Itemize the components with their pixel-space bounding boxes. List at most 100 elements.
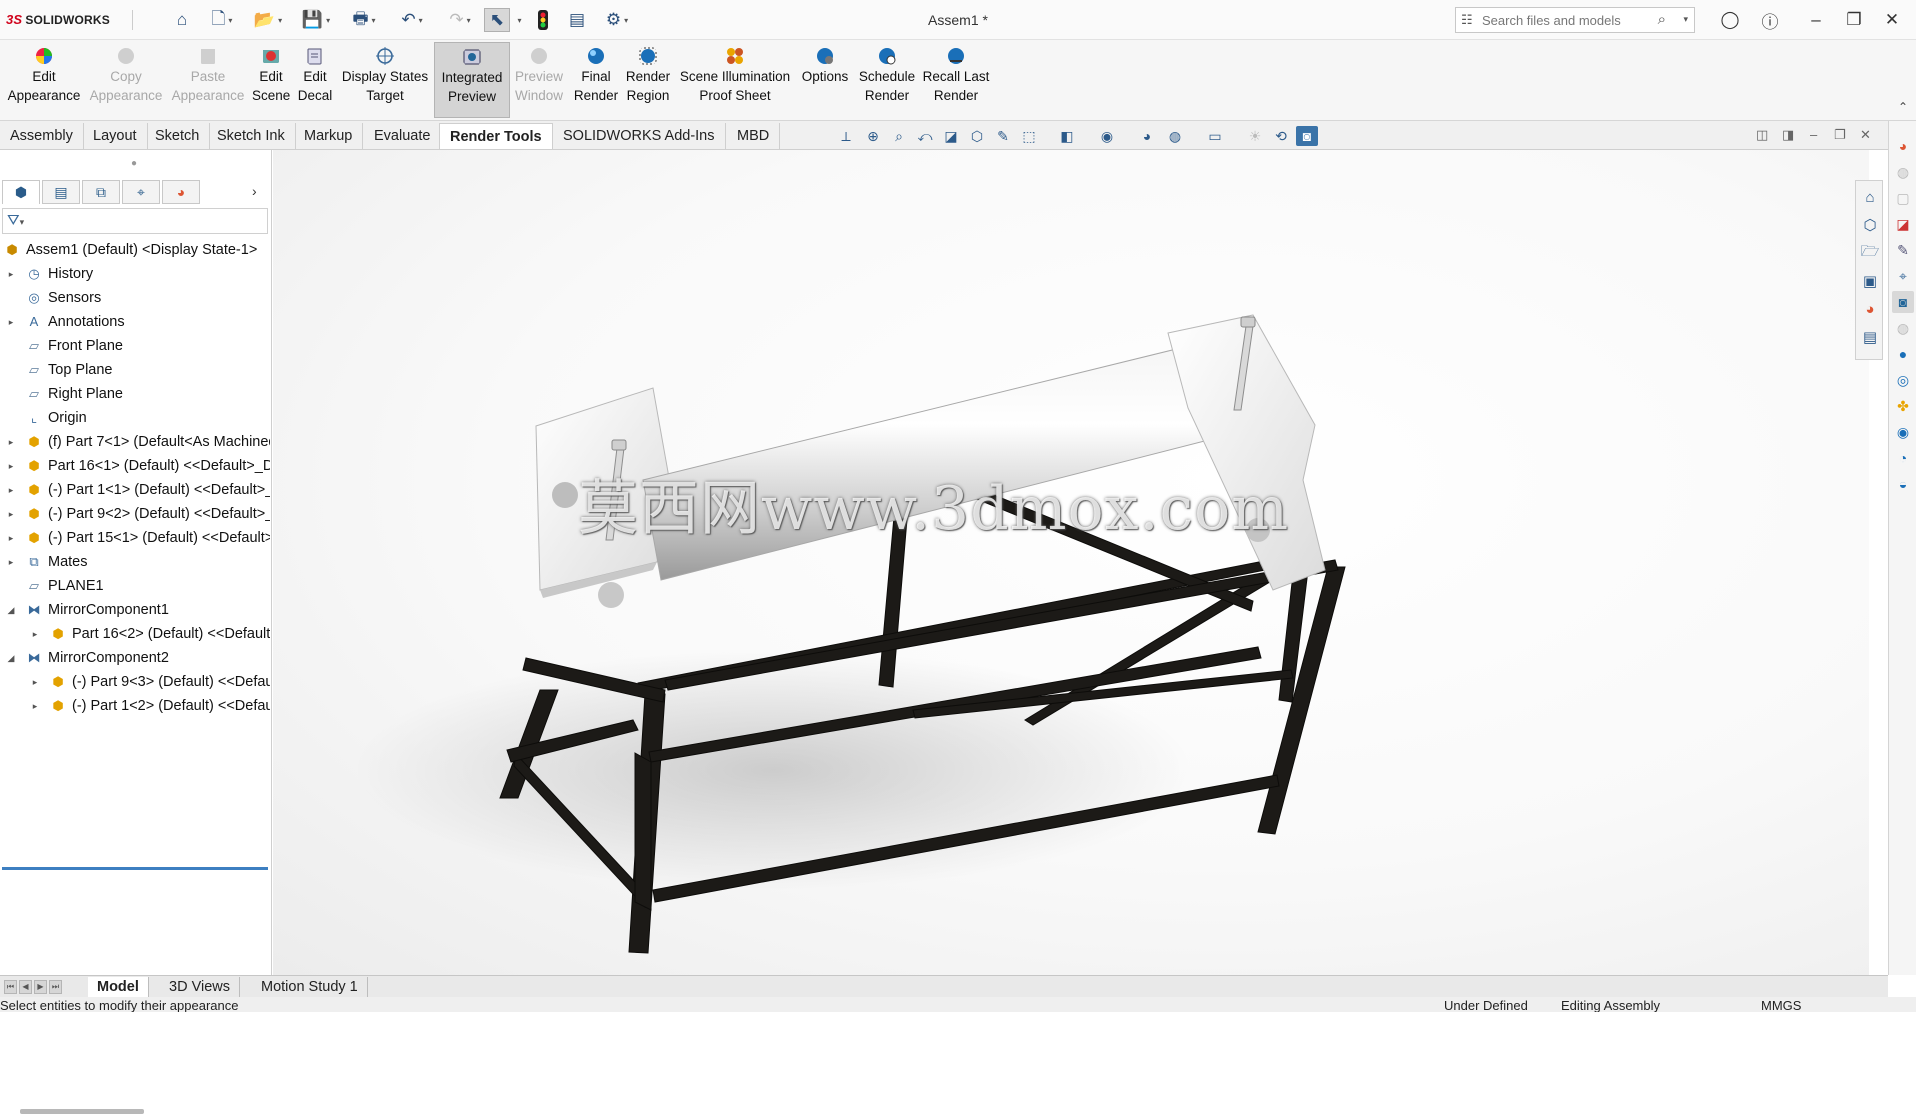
hide-show-items-icon[interactable]: ◉: [1096, 126, 1118, 146]
zoom-to-area-icon[interactable]: ⌕: [888, 126, 910, 146]
propertymanager-tab-icon[interactable]: ▤: [42, 180, 80, 204]
expand-arrow-icon[interactable]: ▸: [4, 454, 18, 478]
recall-render-icon[interactable]: ◒: [1892, 473, 1914, 495]
prev-tab-nav-icon[interactable]: ◀: [19, 980, 32, 994]
rendered-model[interactable]: [273, 150, 1869, 975]
integrated-preview-button[interactable]: Integrated Preview: [434, 42, 510, 118]
scene-illumination-proof-sheet-button[interactable]: Scene Illumination Proof Sheet: [678, 42, 792, 118]
expand-arrow-icon[interactable]: ▸: [4, 430, 18, 454]
tree-item[interactable]: ◢ ⧓ MirrorComponent2: [4, 646, 270, 670]
view-orientation-icon[interactable]: ⟂: [835, 126, 857, 146]
expand-tabs-chevron-icon[interactable]: ›: [252, 183, 257, 199]
display-states-target-button[interactable]: Display States Target: [340, 42, 430, 118]
tree-item[interactable]: ▱ Front Plane: [4, 334, 270, 358]
tree-item[interactable]: ▸ ⬢ Part 16<1> (Default) <<Default>_Di: [4, 454, 270, 478]
search-input[interactable]: ☷ Search files and models ⌕ ▾: [1455, 7, 1695, 33]
expand-arrow-icon[interactable]: ▸: [4, 550, 18, 574]
section-view-icon[interactable]: ◪: [940, 126, 962, 146]
edit-decal-button[interactable]: Edit Decal: [294, 42, 336, 118]
file-properties-icon[interactable]: ▤: [566, 8, 588, 32]
tree-item[interactable]: ▱ Top Plane: [4, 358, 270, 382]
search-icon[interactable]: ⌕: [1658, 11, 1666, 28]
close-window-button[interactable]: ✕: [1878, 6, 1906, 34]
tab-sketch-ink[interactable]: Sketch Ink: [207, 123, 296, 149]
tree-item[interactable]: ◢ ⧓ MirrorComponent1: [4, 598, 270, 622]
collapse-arrow-icon[interactable]: ◢: [4, 598, 18, 622]
tree-item[interactable]: ▸ ⬢ Part 16<2> (Default) <<Default>_: [4, 622, 270, 646]
tree-root[interactable]: ⬢ Assem1 (Default) <Display State-1>: [4, 238, 270, 262]
tab-assembly[interactable]: Assembly: [0, 123, 84, 149]
target-icon[interactable]: ⌖: [1892, 265, 1914, 287]
next-tab-nav-icon[interactable]: ▶: [34, 980, 47, 994]
home-view-icon[interactable]: ⌂: [1859, 185, 1881, 209]
render-preview-icon[interactable]: ⟲: [1270, 126, 1292, 146]
rebuild-traffic-light-icon[interactable]: [532, 8, 554, 32]
status-units[interactable]: MMGS: [1761, 997, 1801, 1012]
paste-appearance-button[interactable]: Paste Appearance: [168, 42, 248, 118]
edit-appearance-view-icon[interactable]: ◕: [1136, 126, 1158, 146]
expand-arrow-icon[interactable]: ▸: [28, 694, 42, 718]
dynamic-annotation-icon[interactable]: ⬡: [966, 126, 988, 146]
tab-evaluate[interactable]: Evaluate: [364, 123, 442, 149]
tile-right-icon[interactable]: ◨: [1782, 127, 1794, 143]
expand-arrow-icon[interactable]: ▸: [28, 670, 42, 694]
tree-item[interactable]: ◎ Sensors: [4, 286, 270, 310]
document-close-icon[interactable]: ✕: [1860, 127, 1871, 143]
apply-scene-icon[interactable]: ◍: [1164, 126, 1186, 146]
expand-arrow-icon[interactable]: ▸: [4, 526, 18, 550]
expand-arrow-icon[interactable]: ▸: [4, 478, 18, 502]
appearances-icon[interactable]: ◕: [1859, 297, 1881, 321]
display-style-icon[interactable]: ◧: [1056, 126, 1078, 146]
tab-motion-study-1[interactable]: Motion Study 1: [252, 977, 368, 997]
featuremanager-tab-icon[interactable]: ⬢: [2, 180, 40, 204]
collapse-arrow-icon[interactable]: ◢: [4, 646, 18, 670]
tab-model[interactable]: Model: [88, 977, 149, 997]
select-dropdown[interactable]: ▾: [512, 8, 524, 32]
expand-arrow-icon[interactable]: ▸: [4, 262, 18, 286]
first-tab-nav-icon[interactable]: ⏮: [4, 980, 17, 994]
final-render-icon[interactable]: ●: [1892, 343, 1914, 365]
tab-markup[interactable]: Markup: [294, 123, 364, 149]
edit-scene-icon[interactable]: ◪: [1892, 213, 1914, 235]
open-folder-icon[interactable]: 🗁: [1859, 241, 1881, 265]
edit-scene-button[interactable]: Edit Scene: [252, 42, 290, 118]
realview-icon[interactable]: ☀: [1244, 126, 1266, 146]
tree-item[interactable]: ▸ ⬢ (-) Part 15<1> (Default) <<Default>: [4, 526, 270, 550]
copy-appearance-button[interactable]: Copy Appearance: [86, 42, 166, 118]
proof-sheet-icon[interactable]: ✤: [1892, 395, 1914, 417]
preview-window-icon[interactable]: ◍: [1892, 317, 1914, 339]
help-icon[interactable]: ⓘ: [1756, 6, 1784, 34]
3d-view-icon[interactable]: ⬡: [1859, 213, 1881, 237]
schedule-render-icon[interactable]: ◔: [1892, 447, 1914, 469]
graphics-area[interactable]: 莫西网www.3dmox.com: [273, 150, 1869, 975]
render-options-icon[interactable]: ◉: [1892, 421, 1914, 443]
filter-icon[interactable]: ⛛▾: [2, 208, 268, 234]
tree-item[interactable]: ▸ ⬢ (f) Part 7<1> (Default<As Machined>: [4, 430, 270, 454]
save-button[interactable]: 💾 ▾: [297, 8, 335, 32]
preview-window-button[interactable]: Preview Window: [514, 42, 564, 118]
tree-item[interactable]: ▸ ◷ History: [4, 262, 270, 286]
dimxpertmanager-tab-icon[interactable]: ⌖: [122, 180, 160, 204]
integrated-preview-icon[interactable]: ◙: [1892, 291, 1914, 313]
custom-properties-icon[interactable]: ▤: [1859, 325, 1881, 349]
home-icon[interactable]: ⌂: [170, 8, 194, 32]
edit-decal-icon[interactable]: ✎: [1892, 239, 1914, 261]
configurationmanager-tab-icon[interactable]: ⧉: [82, 180, 120, 204]
view-palette-icon[interactable]: ▣: [1859, 269, 1881, 293]
document-minimize-icon[interactable]: –: [1810, 127, 1817, 142]
copy-appearance-icon[interactable]: ◍: [1892, 161, 1914, 183]
tree-item[interactable]: ▸ ⬢ (-) Part 9<3> (Default) <<Default: [4, 670, 270, 694]
edit-appearance-button[interactable]: Edit Appearance: [4, 42, 84, 118]
render-region-button[interactable]: Render Region: [624, 42, 672, 118]
view-settings-icon[interactable]: ▭: [1204, 126, 1226, 146]
tree-item[interactable]: ▸ ⬢ (-) Part 1<1> (Default) <<Default>_: [4, 478, 270, 502]
minimize-window-button[interactable]: –: [1802, 6, 1830, 34]
solidworks-logo[interactable]: 3S SOLIDWORKS: [6, 12, 110, 27]
select-cursor-button[interactable]: ⬉: [484, 8, 510, 32]
tile-left-icon[interactable]: ◫: [1756, 127, 1768, 143]
previous-view-icon[interactable]: ⤺: [914, 126, 936, 146]
tab-render-tools[interactable]: Render Tools: [439, 123, 553, 149]
search-dropdown-icon[interactable]: ▾: [1683, 14, 1688, 25]
user-account-icon[interactable]: ◯: [1716, 6, 1744, 34]
tab-solidworks-add-ins[interactable]: SOLIDWORKS Add-Ins: [553, 123, 726, 149]
